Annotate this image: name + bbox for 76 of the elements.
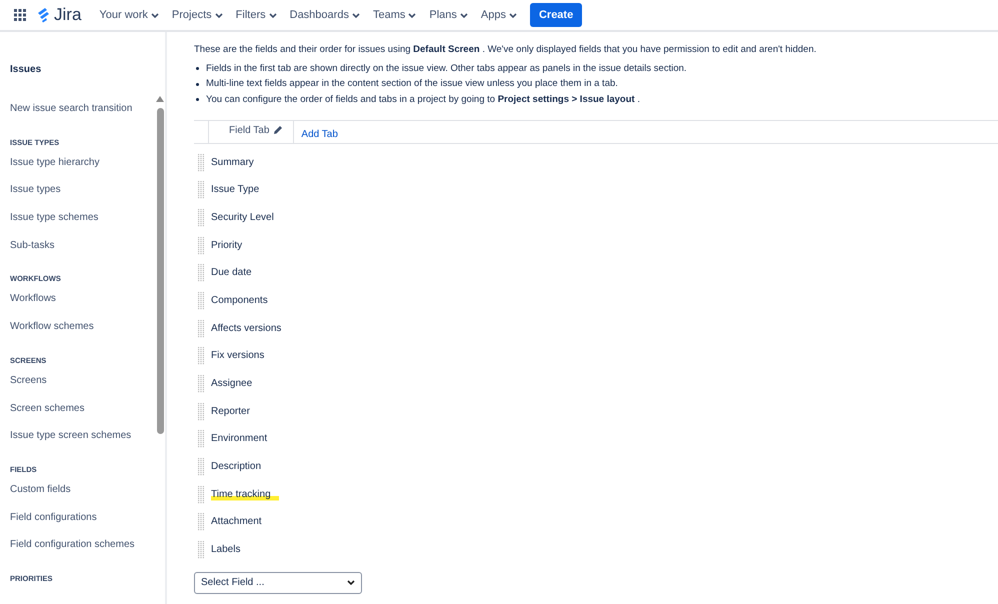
- app-switcher-icon[interactable]: [14, 9, 26, 21]
- chevron-down-icon: [150, 12, 159, 18]
- scrollbar-thumb[interactable]: [156, 108, 164, 434]
- drag-handle-icon[interactable]: [198, 375, 204, 393]
- drag-handle-icon[interactable]: [198, 181, 204, 200]
- scroll-up-icon[interactable]: [156, 96, 164, 102]
- sidebar-item[interactable]: Custom fields: [10, 480, 165, 509]
- bullet-icon: [196, 98, 199, 102]
- chevron-down-icon: [408, 12, 416, 18]
- bullet-text: You can configure the order of fields and tabs in a project by going to Project settings > Issue layout .: [206, 94, 640, 106]
- sidebar-item[interactable]: Workflows: [10, 290, 165, 318]
- field-label: Affects versions: [211, 322, 282, 336]
- chevron-down-icon: [214, 12, 223, 18]
- sidebar-item[interactable]: Issue type schemes: [10, 209, 165, 237]
- drag-handle-icon[interactable]: [198, 541, 204, 560]
- chevron-down-icon: [460, 12, 468, 18]
- field-label: Issue Type: [211, 183, 260, 198]
- drag-handle-icon[interactable]: [198, 208, 204, 227]
- drag-handle-icon[interactable]: [198, 292, 204, 310]
- field-label: Security Level: [211, 210, 274, 225]
- nav-menu[interactable]: Teams: [368, 9, 420, 21]
- drag-handle-icon[interactable]: [198, 513, 204, 532]
- bullet-icon: [196, 82, 199, 86]
- field-label: Assignee: [211, 377, 252, 391]
- drag-handle-icon[interactable]: [198, 486, 204, 504]
- sidebar-item[interactable]: New issue search transition: [10, 100, 165, 128]
- field-label: Due date: [211, 266, 252, 280]
- bullet-text: Fields in the first tab are shown directly on the issue view. Other tabs appear as panels in the issue details section.: [206, 62, 687, 75]
- bullet-text: Multi-line text fields appear in the content section of the issue view unless you place them in a tab.: [206, 78, 618, 90]
- sidebar-item[interactable]: Sub-tasks: [10, 236, 165, 264]
- chevron-down-icon: [508, 12, 517, 18]
- tab[interactable]: Add Tab: [294, 120, 345, 142]
- drag-handle-icon[interactable]: [198, 236, 204, 255]
- drag-handle-icon[interactable]: [198, 430, 204, 448]
- field-label: Summary: [211, 156, 254, 170]
- field-label: Labels: [211, 543, 240, 558]
- scrollbar[interactable]: [156, 96, 164, 434]
- app-name: Jira: [54, 5, 82, 25]
- create-button[interactable]: Create: [530, 3, 582, 27]
- drag-handle-icon[interactable]: [198, 320, 204, 338]
- drag-handle-icon[interactable]: [198, 347, 204, 366]
- sidebar-item[interactable]: Workflow schemes: [10, 318, 165, 346]
- field-label: Priority: [211, 238, 242, 253]
- drag-handle-icon[interactable]: [198, 264, 204, 282]
- chevron-down-icon: [352, 12, 360, 18]
- intro-text: These are the fields and their order for issues using Default Screen . We've only displayed fields that you have permission to edit and aren't hidden.: [194, 44, 818, 55]
- field-label: Fix versions: [211, 349, 264, 364]
- field-label: Environment: [211, 432, 268, 446]
- field-label: Components: [211, 294, 268, 308]
- drag-handle-icon[interactable]: [198, 402, 204, 421]
- nav-menu[interactable]: Apps: [476, 9, 521, 21]
- chevron-down-icon: [268, 12, 277, 18]
- sidebar-item[interactable]: Screens: [10, 372, 165, 400]
- sidebar-item[interactable]: Issue types: [10, 181, 165, 210]
- nav-menu[interactable]: Plans: [425, 9, 472, 21]
- pencil-icon[interactable]: [273, 124, 284, 134]
- chevron-down-icon: [347, 580, 355, 586]
- logo-icon: [36, 7, 50, 23]
- sidebar-item[interactable]: Field configurations: [10, 508, 165, 536]
- drag-handle-icon[interactable]: [198, 458, 204, 476]
- select-field-dropdown[interactable]: Select Field ...: [194, 572, 362, 594]
- nav-menu[interactable]: Projects: [168, 9, 227, 21]
- nav-menu[interactable]: Your work: [95, 9, 163, 21]
- sidebar-item[interactable]: Issue type hierarchy: [10, 154, 165, 182]
- drag-handle-icon[interactable]: [198, 154, 204, 172]
- nav-menu[interactable]: Filters: [232, 9, 281, 21]
- sidebar-title: Issues: [10, 64, 42, 75]
- sidebar-item[interactable]: Issue type screen schemes: [10, 427, 165, 455]
- nav-menu[interactable]: Dashboards: [286, 9, 364, 21]
- field-label: Description: [211, 460, 262, 474]
- bullet-icon: [196, 67, 199, 70]
- sidebar-item[interactable]: Screen schemes: [10, 400, 165, 428]
- tab[interactable]: Field Tab: [208, 120, 294, 142]
- field-label: Reporter: [211, 404, 250, 419]
- field-label: Attachment: [211, 515, 262, 530]
- sidebar-item[interactable]: Field configuration schemes: [10, 536, 165, 564]
